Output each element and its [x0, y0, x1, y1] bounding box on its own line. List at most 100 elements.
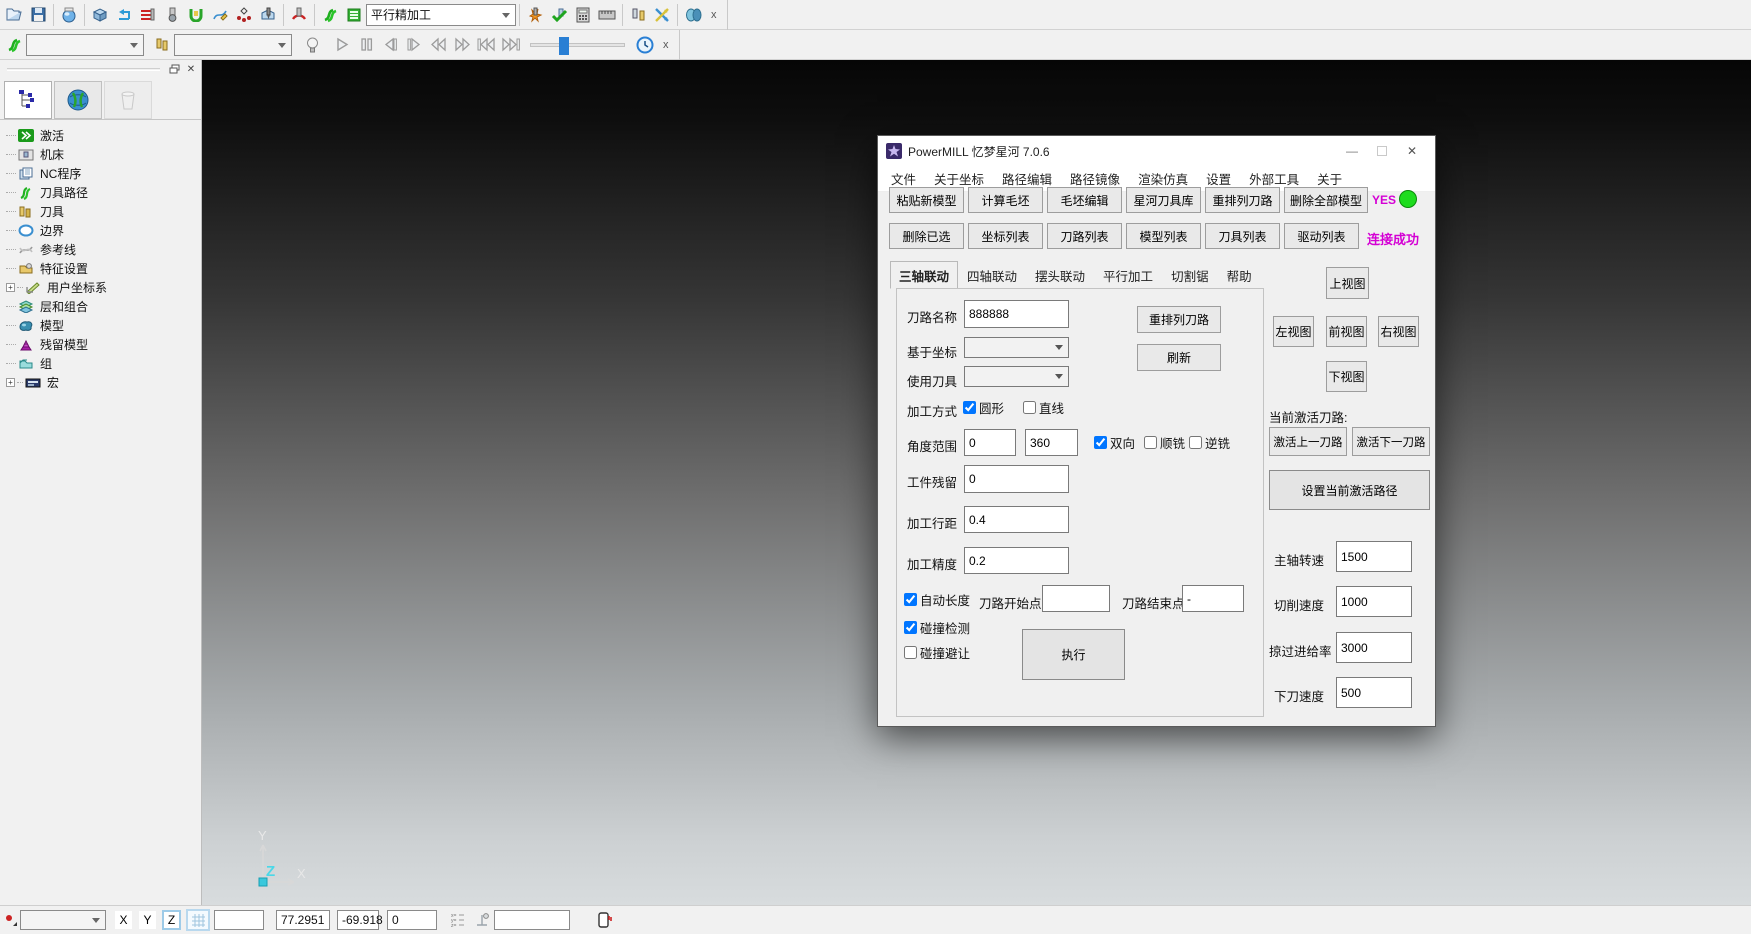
cutting-input[interactable]	[1336, 586, 1412, 617]
dock-grip[interactable]	[7, 68, 160, 71]
menu-about[interactable]: 关于	[1308, 169, 1351, 188]
spindle-input[interactable]	[1336, 541, 1412, 572]
drive-list-button[interactable]: 驱动列表	[1284, 223, 1359, 249]
model-list-button[interactable]: 模型列表	[1126, 223, 1201, 249]
simulation-speed-slider[interactable]	[530, 43, 625, 47]
dialog-titlebar[interactable]: PowerMILL 忆梦星河 7.0.6 — ✕	[878, 136, 1435, 166]
slider-thumb[interactable]	[559, 37, 569, 55]
go-to-end-icon[interactable]	[498, 32, 522, 58]
climb-checkbox[interactable]	[1144, 436, 1157, 449]
tree-item-feature-sets[interactable]: 特征设置	[6, 259, 201, 278]
tolerance-input[interactable]	[964, 547, 1069, 574]
pause-icon[interactable]	[354, 32, 378, 58]
restore-panel-icon[interactable]	[167, 63, 181, 76]
angle-from-input[interactable]	[964, 429, 1016, 456]
tab-swivel[interactable]: 摆头联动	[1026, 261, 1094, 289]
tool-ball-icon[interactable]	[160, 2, 184, 28]
toolpath-name-input[interactable]	[964, 300, 1069, 328]
stock-left-input[interactable]	[964, 465, 1069, 493]
collision-avoid-checkbox[interactable]	[904, 646, 917, 659]
toolbar-close-icon[interactable]: x	[705, 9, 723, 21]
bidir-checkbox-row[interactable]: 双向	[1094, 433, 1135, 452]
angle-to-input[interactable]	[1025, 429, 1078, 456]
menu-coords[interactable]: 关于坐标	[925, 169, 993, 188]
rewind-icon[interactable]	[426, 32, 450, 58]
status-extra-field[interactable]	[494, 910, 570, 930]
tab-help[interactable]: 帮助	[1218, 261, 1261, 289]
tree-item-toolpaths[interactable]: 刀具路径	[6, 183, 201, 202]
calculator-icon[interactable]	[571, 2, 595, 28]
toolpath-list-button[interactable]: 刀路列表	[1047, 223, 1122, 249]
tab-explorer-tree[interactable]	[4, 81, 52, 119]
end-point-input[interactable]	[1182, 585, 1244, 612]
tree-item-workplanes[interactable]: +用户坐标系	[6, 278, 201, 297]
view-left-button[interactable]: 左视图	[1273, 316, 1314, 347]
ruler-icon[interactable]	[595, 2, 619, 28]
tree-item-activate[interactable]: 激活	[6, 126, 201, 145]
expand-icon[interactable]: +	[6, 378, 15, 387]
minimize-icon[interactable]: —	[1337, 139, 1367, 163]
collision-avoid-row[interactable]: 碰撞避让	[904, 643, 970, 662]
mode-circle-checkbox[interactable]: 圆形	[963, 398, 1004, 417]
menu-path-edit[interactable]: 路径编辑	[993, 169, 1061, 188]
sim-tool-combo[interactable]	[174, 34, 292, 56]
tab-4axis[interactable]: 四轴联动	[958, 261, 1026, 289]
coord-x-field[interactable]: 77.2951	[276, 910, 330, 930]
collision-check-icon[interactable]	[523, 2, 547, 28]
powermill-logo-icon[interactable]	[318, 2, 342, 28]
graphics-viewport[interactable]: Y Z X PowerMILL 忆梦星河 7.0.6 — ✕ 文件 关于坐标 路…	[202, 60, 1751, 905]
tool-combo[interactable]	[20, 910, 106, 930]
zlevel-icon[interactable]	[136, 2, 160, 28]
panel-dock-header[interactable]: ✕	[0, 60, 201, 78]
coord-z-field[interactable]: 0	[387, 910, 437, 930]
open-project-icon[interactable]	[2, 2, 26, 28]
reorder-toolpaths-button[interactable]: 重排列刀路	[1205, 187, 1280, 213]
curve-pencil-icon[interactable]	[208, 2, 232, 28]
view-front-button[interactable]: 前视图	[1326, 316, 1367, 347]
axis-y-button[interactable]: Y	[138, 910, 157, 930]
view-right-button[interactable]: 右视图	[1378, 316, 1419, 347]
tab-parallel[interactable]: 平行加工	[1094, 261, 1162, 289]
tool-library-button[interactable]: 星河刀具库	[1126, 187, 1201, 213]
tree-item-stock-models[interactable]: 残留模型	[6, 335, 201, 354]
reorder-button[interactable]: 重排列刀路	[1137, 306, 1221, 333]
line-checkbox[interactable]	[1023, 401, 1036, 414]
close-icon[interactable]: ✕	[1397, 139, 1427, 163]
refresh-button[interactable]: 刷新	[1137, 344, 1221, 371]
close-panel-icon[interactable]: ✕	[184, 63, 198, 76]
menu-settings[interactable]: 设置	[1197, 169, 1240, 188]
coord-list-button[interactable]: 坐标列表	[968, 223, 1043, 249]
execute-button[interactable]: 执行	[1022, 629, 1125, 680]
strategy-list-icon[interactable]	[342, 2, 366, 28]
mode-line-checkbox[interactable]: 直线	[1023, 398, 1064, 417]
tree-item-macros[interactable]: +宏	[6, 373, 201, 392]
clock-icon[interactable]	[633, 32, 657, 58]
stock-edit-button[interactable]: 毛坯编辑	[1047, 187, 1122, 213]
arc-tool-icon[interactable]	[287, 2, 311, 28]
view-top-button[interactable]: 上视图	[1326, 267, 1369, 299]
start-point-input[interactable]	[1042, 585, 1110, 612]
toolpath-return-icon[interactable]	[112, 2, 136, 28]
expand-icon[interactable]: +	[6, 283, 15, 292]
auto-length-checkbox[interactable]	[904, 593, 917, 606]
collision-check-checkbox[interactable]	[904, 621, 917, 634]
tab-explorer-trash[interactable]	[104, 81, 152, 119]
coord-y-field[interactable]: -69.918	[337, 910, 379, 930]
swap-axes-icon[interactable]	[650, 2, 674, 28]
sim-toolbar-close-icon[interactable]: x	[657, 39, 675, 51]
clipboard-monitor-icon[interactable]	[592, 907, 616, 933]
collision-check-row[interactable]: 碰撞检测	[904, 618, 970, 637]
delete-all-models-button[interactable]: 删除全部模型	[1284, 187, 1368, 213]
axis-x-button[interactable]: X	[114, 910, 133, 930]
climb-checkbox-row[interactable]: 顺铣	[1144, 433, 1185, 452]
bidir-checkbox[interactable]	[1094, 436, 1107, 449]
tool-select-icon[interactable]	[2, 907, 20, 933]
conventional-checkbox-row[interactable]: 逆铣	[1189, 433, 1230, 452]
menu-path-mirror[interactable]: 路径镜像	[1061, 169, 1129, 188]
use-tool-combo[interactable]	[964, 366, 1069, 387]
tool-pair-icon[interactable]	[626, 2, 650, 28]
delete-selected-button[interactable]: 删除已选	[889, 223, 964, 249]
grid-size-field[interactable]	[214, 910, 264, 930]
tree-item-boundaries[interactable]: 边界	[6, 221, 201, 240]
tab-3axis[interactable]: 三轴联动	[890, 261, 958, 289]
